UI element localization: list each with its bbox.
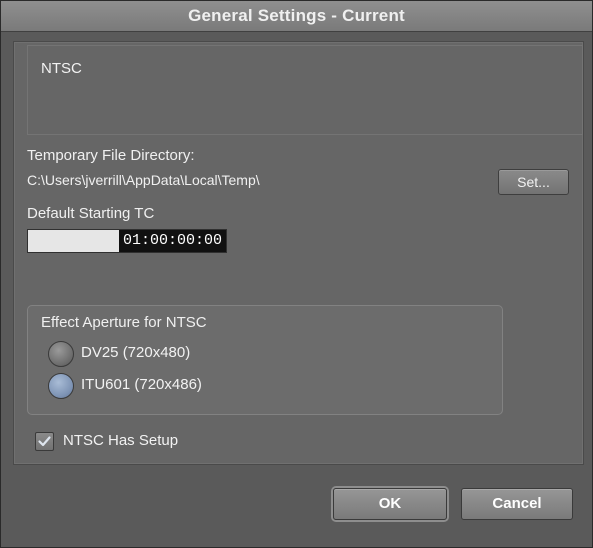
radio-option-label: DV25 (720x480) [81,344,191,361]
starting-tc-input[interactable]: 01:00:00:00 [27,229,227,253]
general-settings-dialog: General Settings - Current NTSC Temporar… [0,0,593,548]
video-format-value: NTSC [41,60,82,77]
starting-tc-label: Default Starting TC [27,205,155,222]
window-title: General Settings - Current [1,1,592,32]
set-directory-button[interactable]: Set... [498,169,569,195]
ntsc-setup-label: NTSC Has Setup [63,432,179,449]
temp-dir-path: C:\Users\jverrill\AppData\Local\Temp\ [27,172,260,188]
temp-dir-label: Temporary File Directory: [27,147,195,164]
effect-aperture-title: Effect Aperture for NTSC [41,314,207,331]
radio-option-label: ITU601 (720x486) [81,376,202,393]
settings-panel: NTSC Temporary File Directory: C:\Users\… [13,41,584,465]
checkmark-icon [38,436,51,447]
starting-tc-value: 01:00:00:00 [118,230,226,252]
ok-button[interactable]: OK [333,488,447,520]
cancel-button[interactable]: Cancel [461,488,573,520]
effect-aperture-group: Effect Aperture for NTSC DV25 (720x480) … [27,305,503,415]
video-format-box: NTSC [27,45,583,135]
radio-button-selected-icon[interactable] [48,373,74,399]
radio-button-unselected-icon[interactable] [48,341,74,367]
ntsc-setup-checkbox[interactable] [35,432,54,451]
